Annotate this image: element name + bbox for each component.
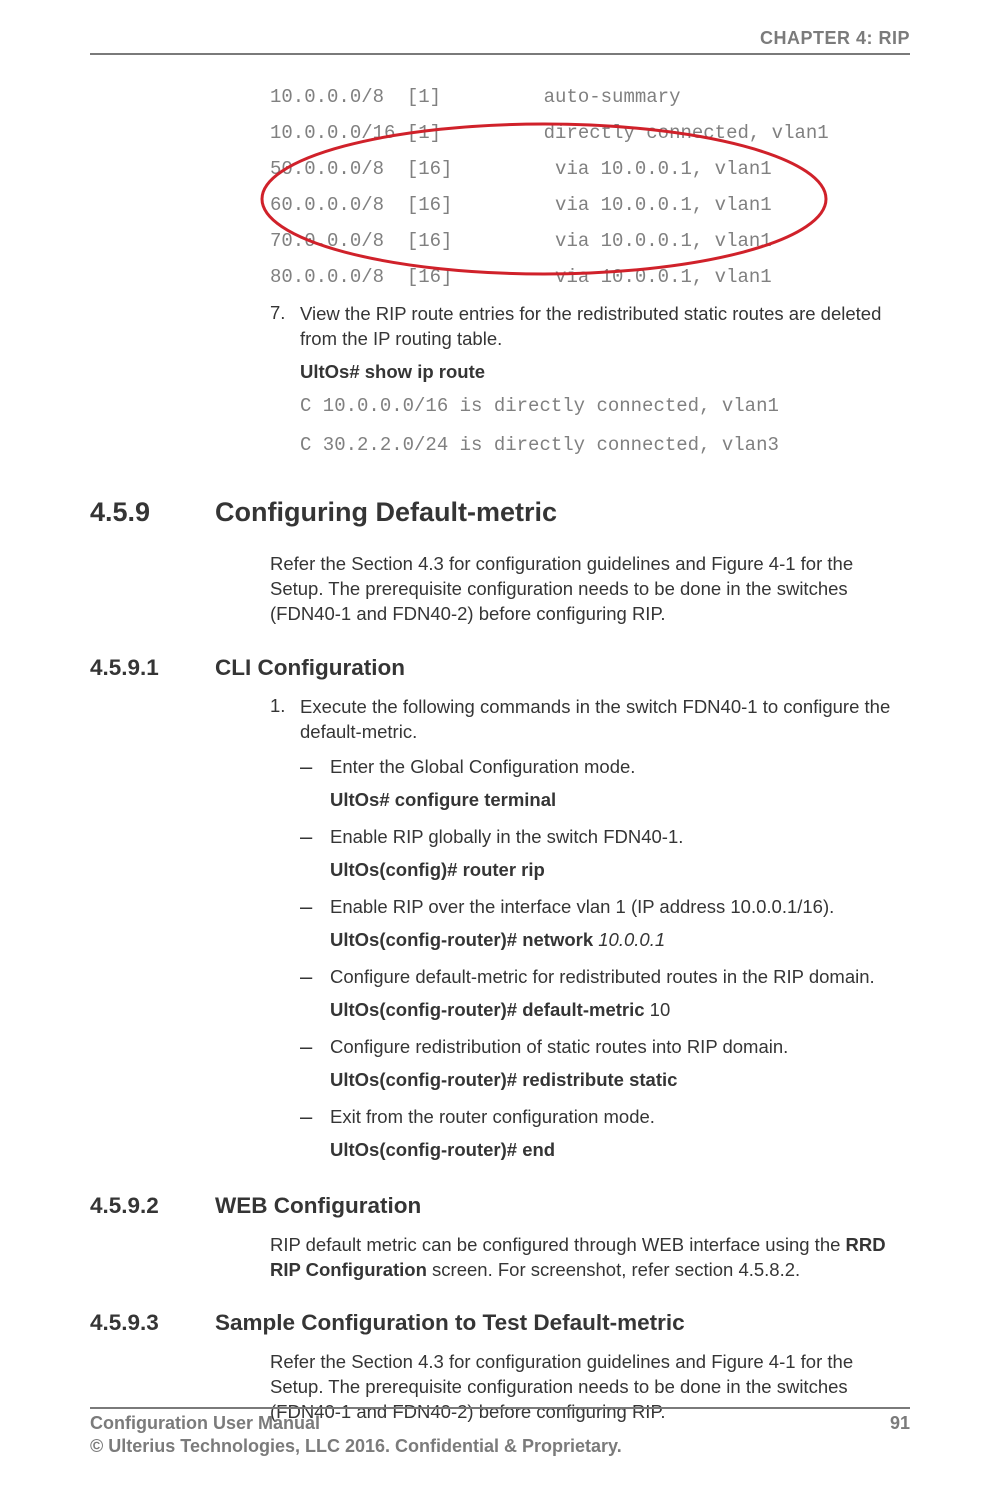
dash-bullet: – bbox=[300, 895, 330, 955]
cli-command: UltOs# configure terminal bbox=[330, 788, 910, 813]
cli-config-steps: 1. Execute the following commands in the… bbox=[270, 695, 910, 1165]
cli-command: UltOs# show ip route bbox=[300, 360, 910, 385]
substep-desc: Configure redistribution of static route… bbox=[330, 1035, 910, 1060]
substep: –Enable RIP globally in the switch FDN40… bbox=[300, 825, 910, 885]
web-config-text: RIP default metric can be configured thr… bbox=[270, 1233, 910, 1283]
substep-desc: Enable RIP over the interface vlan 1 (IP… bbox=[330, 895, 910, 920]
heading-4-5-9-2: 4.5.9.2 WEB Configuration bbox=[90, 1193, 910, 1219]
step-7: 7. View the RIP route entries for the re… bbox=[270, 302, 910, 462]
step-number: 7. bbox=[270, 302, 300, 462]
heading-title: CLI Configuration bbox=[215, 655, 405, 681]
heading-4-5-9-1: 4.5.9.1 CLI Configuration bbox=[90, 655, 910, 681]
page: CHAPTER 4: RIP 10.0.0.0/8 [1] auto-summa… bbox=[0, 0, 985, 1495]
cli-command: UltOs(config)# router rip bbox=[330, 858, 910, 883]
cli-output: C 30.2.2.0/24 is directly connected, vla… bbox=[300, 429, 910, 461]
cli-command: UltOs(config-router)# end bbox=[330, 1138, 910, 1163]
step-text: Execute the following commands in the sw… bbox=[300, 695, 910, 745]
substep: –Enter the Global Configuration mode. Ult… bbox=[300, 755, 910, 815]
substep-desc: Enter the Global Configuration mode. bbox=[330, 755, 910, 780]
cli-command: UltOs(config-router)# default-metric 10 bbox=[330, 998, 910, 1023]
dash-bullet: – bbox=[300, 965, 330, 1025]
chapter-header: CHAPTER 4: RIP bbox=[90, 28, 910, 55]
routing-output: 10.0.0.0/8 [1] auto-summary 10.0.0.0/16 … bbox=[270, 79, 910, 296]
footer-copyright: © Ulterius Technologies, LLC 2016. Confi… bbox=[90, 1436, 910, 1457]
section-intro: Refer the Section 4.3 for configuration … bbox=[270, 552, 910, 627]
substep-desc: Exit from the router configuration mode. bbox=[330, 1105, 910, 1130]
dash-bullet: – bbox=[300, 1035, 330, 1095]
heading-title: WEB Configuration bbox=[215, 1193, 421, 1219]
substep: –Configure redistribution of static rout… bbox=[300, 1035, 910, 1095]
heading-number: 4.5.9.3 bbox=[90, 1310, 215, 1336]
dash-bullet: – bbox=[300, 1105, 330, 1165]
step-number: 1. bbox=[270, 695, 300, 1165]
page-number: 91 bbox=[890, 1413, 910, 1434]
heading-title: Configuring Default-metric bbox=[215, 497, 557, 528]
step-text: View the RIP route entries for the redis… bbox=[300, 302, 910, 352]
cli-command: UltOs(config-router)# redistribute stati… bbox=[330, 1068, 910, 1093]
substep: –Exit from the router configuration mode… bbox=[300, 1105, 910, 1165]
dash-bullet: – bbox=[300, 755, 330, 815]
heading-number: 4.5.9.2 bbox=[90, 1193, 215, 1219]
page-footer: Configuration User Manual 91 © Ulterius … bbox=[90, 1407, 910, 1457]
footer-doc-title: Configuration User Manual bbox=[90, 1413, 320, 1434]
heading-title: Sample Configuration to Test Default-met… bbox=[215, 1310, 685, 1336]
heading-4-5-9-3: 4.5.9.3 Sample Configuration to Test Def… bbox=[90, 1310, 910, 1336]
heading-number: 4.5.9.1 bbox=[90, 655, 215, 681]
substep-desc: Configure default-metric for redistribut… bbox=[330, 965, 910, 990]
cli-command: UltOs(config-router)# network 10.0.0.1 bbox=[330, 928, 910, 953]
cli-output: C 10.0.0.0/16 is directly connected, vla… bbox=[300, 390, 910, 422]
substep: –Enable RIP over the interface vlan 1 (I… bbox=[300, 895, 910, 955]
heading-number: 4.5.9 bbox=[90, 497, 215, 528]
dash-bullet: – bbox=[300, 825, 330, 885]
substep: –Configure default-metric for redistribu… bbox=[300, 965, 910, 1025]
substep-desc: Enable RIP globally in the switch FDN40-… bbox=[330, 825, 910, 850]
heading-4-5-9: 4.5.9 Configuring Default-metric bbox=[90, 497, 910, 528]
